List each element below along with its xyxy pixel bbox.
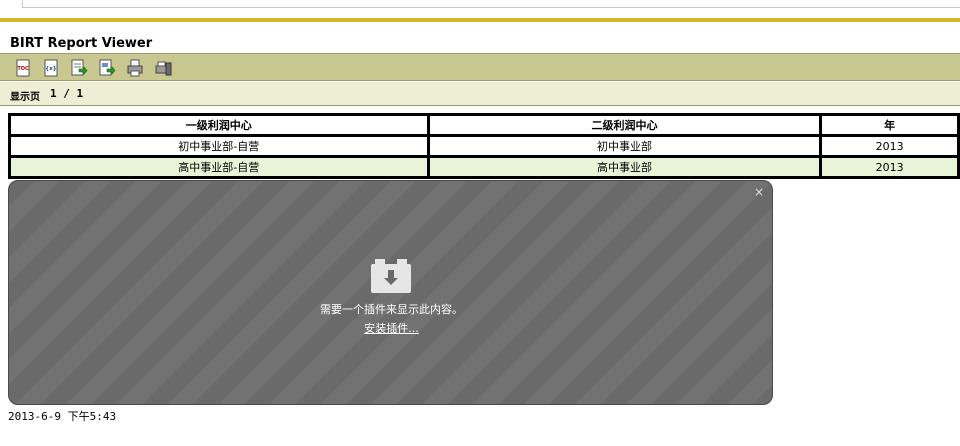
- table-cell: 2013: [819, 155, 960, 179]
- table-cell: 初中事业部: [426, 134, 823, 158]
- table-cell: 2013: [819, 134, 960, 158]
- column-header: 一级利润中心: [8, 113, 430, 137]
- table-row: 高中事业部-自营 高中事业部 2013: [8, 155, 960, 179]
- report-toolbar: TOC {x}: [0, 53, 960, 81]
- address-field[interactable]: [22, 0, 960, 8]
- export-data-icon: [71, 59, 88, 76]
- close-icon[interactable]: ×: [752, 185, 766, 199]
- print-button[interactable]: [126, 59, 144, 77]
- missing-plugin-placeholder[interactable]: × 需要一个插件来显示此内容。 安装插件...: [8, 180, 773, 405]
- viewer-title: BIRT Report Viewer: [10, 36, 153, 51]
- table-cell: 高中事业部-自营: [8, 155, 430, 179]
- toc-button[interactable]: TOC: [14, 59, 32, 77]
- accent-divider: [0, 18, 960, 22]
- column-header: 年: [819, 113, 960, 137]
- print-icon: [127, 59, 143, 77]
- print-server-icon: [155, 61, 172, 76]
- total-pages: 1: [76, 87, 84, 100]
- export-report-icon: [99, 59, 116, 76]
- print-server-button[interactable]: [154, 59, 172, 77]
- table-header-row: 一级利润中心 二级利润中心 年: [8, 113, 960, 137]
- page-navigation-bar: 显示页 1 / 1: [0, 82, 960, 106]
- report-table: 一级利润中心 二级利润中心 年 初中事业部-自营 初中事业部 2013 高中事业…: [8, 113, 960, 179]
- export-data-button[interactable]: [70, 59, 88, 77]
- plugin-message: 需要一个插件来显示此内容。: [320, 303, 463, 316]
- report-timestamp: 2013-6-9 下午5:43: [8, 410, 117, 423]
- column-header: 二级利润中心: [426, 113, 823, 137]
- parameter-icon: {x}: [44, 59, 58, 77]
- svg-text:{x}: {x}: [45, 66, 56, 72]
- page-label: 显示页: [10, 92, 40, 103]
- parameter-button[interactable]: {x}: [42, 59, 60, 77]
- export-report-button[interactable]: [98, 59, 116, 77]
- install-plugin-link[interactable]: 安装插件...: [364, 322, 419, 335]
- table-row: 初中事业部-自营 初中事业部 2013: [8, 134, 960, 158]
- page-indicator: 1 / 1: [50, 87, 83, 100]
- top-strip: [0, 0, 960, 18]
- page-separator: /: [63, 87, 70, 100]
- table-cell: 高中事业部: [426, 155, 823, 179]
- current-page: 1: [50, 87, 57, 100]
- toc-icon: TOC: [16, 59, 30, 77]
- table-cell: 初中事业部-自营: [8, 134, 430, 158]
- svg-text:TOC: TOC: [17, 66, 29, 72]
- plugin-download-icon: [371, 259, 411, 293]
